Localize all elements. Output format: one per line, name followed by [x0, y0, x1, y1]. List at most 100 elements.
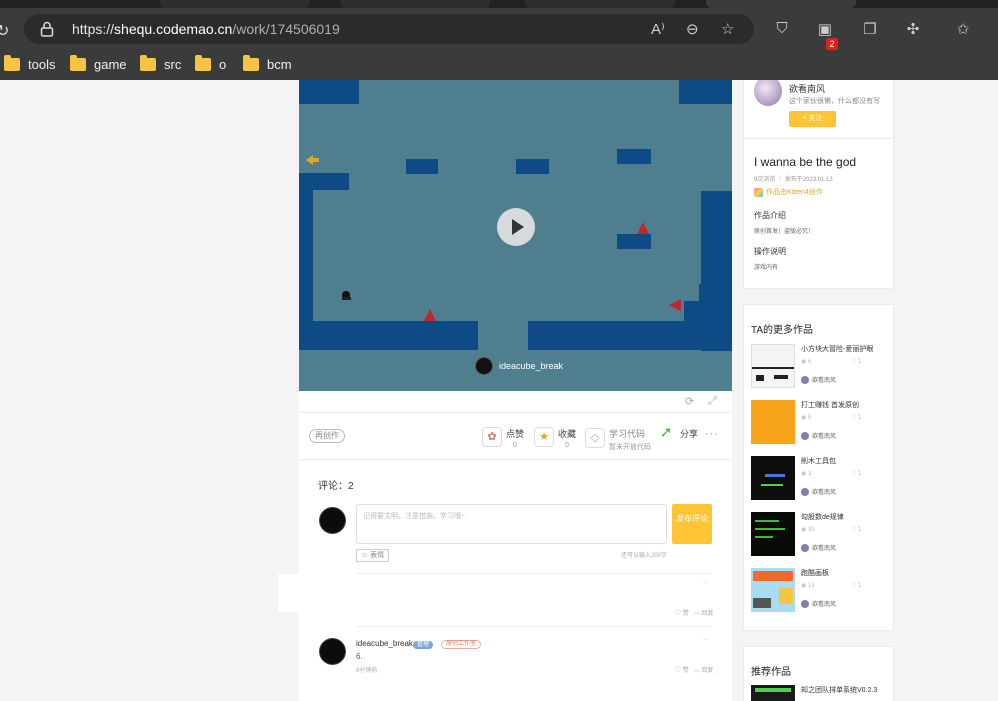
author-avatar: [475, 357, 493, 375]
share-button[interactable]: ➚ 分享: [656, 424, 698, 444]
fullscreen-icon[interactable]: ⤢: [708, 395, 717, 408]
bookmark-tools[interactable]: tools: [4, 55, 55, 72]
work-thumbnail: [751, 568, 795, 612]
comment-reply-label: 回复: [701, 668, 714, 674]
work-thumbnail: [751, 456, 795, 500]
platform: [617, 234, 651, 249]
extension-badge: 2: [826, 38, 838, 50]
more-work-title: 打工赚钱 首发原创: [801, 402, 859, 409]
add-favorite-icon[interactable]: ☆: [721, 20, 734, 38]
like-count: ♡ 1: [851, 471, 862, 477]
owner-avatar: [801, 599, 809, 608]
bookmark-bcm[interactable]: bcm: [243, 55, 292, 72]
bookmark-o[interactable]: o: [195, 55, 227, 72]
collect-button[interactable]: ★ 收藏 0: [534, 424, 576, 449]
browser-tab[interactable]: [160, 0, 310, 8]
comment-like-label: 赞: [682, 668, 689, 674]
like-num: 1: [858, 583, 862, 589]
comment-more-icon[interactable]: ···: [702, 580, 708, 586]
read-aloud-icon[interactable]: A⁾: [651, 20, 665, 38]
wall-block: [679, 80, 732, 104]
recommend-item[interactable]: 知之团队排单系统V0.2.3: [751, 685, 891, 701]
more-work-item[interactable]: 小方块大冒险-爱丽护眼 ◉ 6 ♡ 1 欲看南风: [751, 344, 891, 388]
refresh-icon[interactable]: ↻: [0, 21, 9, 41]
browser-tab-active[interactable]: [706, 0, 856, 8]
more-work-item[interactable]: 勾股数de规律 ◉ 30 ♡ 1 欲看南风: [751, 512, 891, 556]
url-text[interactable]: https://shequ.codemao.cn/work/174506019: [72, 21, 340, 37]
follow-button[interactable]: + 关注: [789, 111, 836, 127]
char-limit: 还可以输入200字: [621, 553, 668, 559]
extensions-puzzle-icon[interactable]: ✣: [902, 20, 924, 40]
recreate-button[interactable]: 再创作: [309, 429, 345, 443]
comment-like-button[interactable]: ♡ 赞: [675, 608, 689, 617]
more-work-item[interactable]: 跑酷画板 ◉ 13 ♡ 1 欲看南风: [751, 568, 891, 612]
owner-name: 欲看南风: [812, 378, 837, 384]
ublock-extension-icon[interactable]: ⛉: [771, 20, 793, 40]
view-count: ◉ 5: [801, 415, 812, 421]
learn-label: 学习代码: [609, 429, 646, 439]
view-num: 30: [807, 527, 815, 533]
more-work-title: 勾股数de规律: [801, 514, 844, 521]
ops-text: 游戏内有: [754, 265, 779, 271]
learn-code-button[interactable]: ◇ 学习代码 暂未开放代码: [585, 424, 651, 452]
wall-block: [701, 191, 732, 211]
work-thumbnail: [751, 685, 795, 701]
folder-icon: [195, 55, 211, 71]
stage-author[interactable]: ideacube_break: [475, 357, 563, 375]
publish-comment-button[interactable]: 发布评论: [672, 504, 712, 544]
platform: [406, 159, 438, 174]
comment-text: 6.: [356, 652, 363, 661]
url-host: shequ.codemao.cn: [114, 21, 233, 37]
comment-reply-label: 回复: [701, 611, 714, 617]
blurred-overlay: [278, 574, 474, 612]
restart-icon[interactable]: ⟳: [685, 395, 694, 408]
collect-label: 收藏: [558, 429, 577, 439]
zoom-out-icon[interactable]: ⊖: [686, 20, 699, 38]
like-num: 1: [858, 415, 862, 421]
bookmark-game[interactable]: game: [70, 55, 127, 72]
extension-icon[interactable]: ▣: [814, 20, 836, 40]
comment-like-button[interactable]: ♡ 赞: [675, 665, 689, 674]
collections-icon[interactable]: ❐: [859, 20, 881, 40]
spike: [669, 299, 681, 311]
ops-heading: 操作说明: [754, 247, 786, 256]
owner-name: 欲看南风: [812, 602, 837, 608]
comment-reply-button[interactable]: ▭ 回复: [694, 608, 713, 617]
browser-tab[interactable]: [340, 0, 490, 8]
like-label: 点赞: [506, 429, 525, 439]
wall-right: [719, 191, 732, 351]
bookmark-label: o: [219, 57, 227, 72]
divider: [356, 626, 712, 627]
favorites-icon[interactable]: ✩: [952, 20, 974, 40]
work-tool[interactable]: 作品由Kitten4创作: [754, 187, 823, 197]
work-owner: 欲看南风: [801, 599, 836, 608]
game-stage[interactable]: ideacube_break: [299, 80, 732, 391]
browser-tab[interactable]: [525, 0, 675, 8]
work-info-card: I wanna be the god 9次浏览 ｜ 发布于2023.01.13 …: [743, 139, 894, 289]
commenter-avatar[interactable]: [319, 638, 346, 665]
author-avatar[interactable]: [754, 80, 782, 106]
bookmark-label: src: [164, 57, 182, 72]
work-owner: 欲看南风: [801, 375, 836, 384]
stair: [699, 284, 732, 304]
folder-icon: [140, 55, 156, 71]
like-button[interactable]: ✿ 点赞 0: [482, 424, 524, 449]
bookmark-label: game: [94, 57, 127, 72]
folder-icon: [70, 55, 86, 71]
more-work-item[interactable]: 削木工具包 ◉ 3 ♡ 1 欲看南风: [751, 456, 891, 500]
like-count: ♡ 1: [851, 527, 862, 533]
stage-author-name: ideacube_break: [499, 361, 564, 371]
comment-reply-button[interactable]: ▭ 回复: [694, 665, 713, 674]
more-work-item[interactable]: 打工赚钱 首发原创 ◉ 5 ♡ 1 欲看南风: [751, 400, 891, 444]
author-name[interactable]: 欲看南风: [789, 82, 825, 95]
like-num: 1: [858, 471, 862, 477]
emoji-button[interactable]: ☺ 表情: [356, 549, 390, 562]
comment-more-icon[interactable]: ···: [702, 637, 708, 643]
commenter-name[interactable]: ideacube_break: [356, 639, 413, 648]
more-options-icon[interactable]: ···: [705, 428, 719, 440]
address-bar[interactable]: https://shequ.codemao.cn/work/174506019 …: [24, 14, 754, 44]
comment-input[interactable]: 记得要文明，注意措施，学习哦~: [356, 504, 667, 544]
play-button[interactable]: [497, 208, 535, 246]
browser-toolbar: ↻ https://shequ.codemao.cn/work/17450601…: [0, 8, 998, 80]
bookmark-src[interactable]: src: [140, 55, 182, 72]
